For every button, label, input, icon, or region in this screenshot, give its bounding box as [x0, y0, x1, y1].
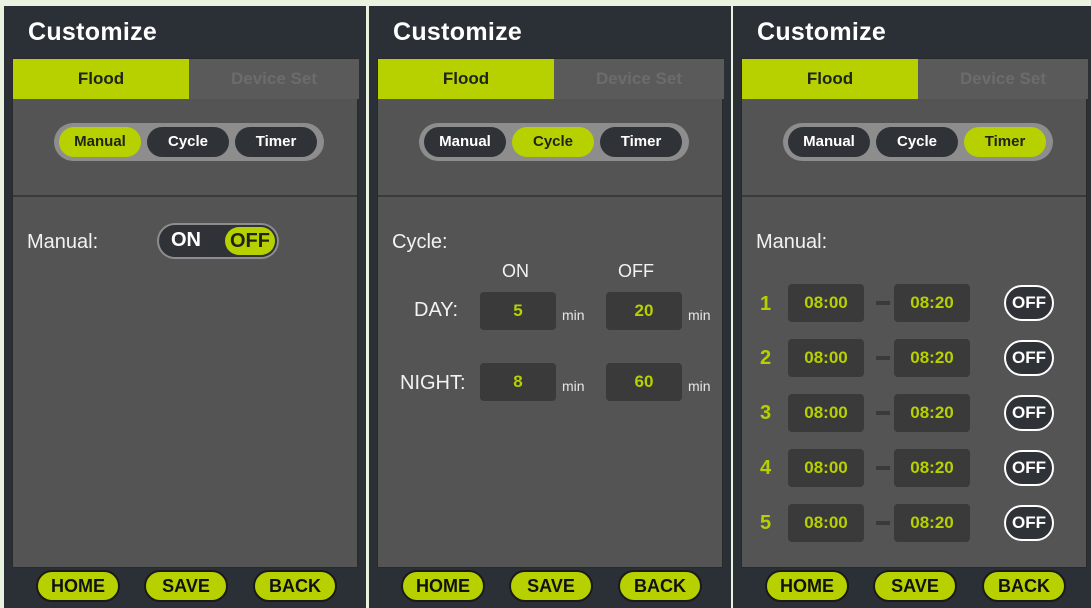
day-off-unit: min [688, 307, 711, 323]
timer-start-input[interactable]: 08:00 [788, 394, 864, 432]
panel-manual: Customize Flood Device Set Manual Cycle … [4, 6, 366, 608]
mode-cycle-button[interactable]: Cycle [147, 127, 229, 157]
on-column-header: ON [502, 261, 529, 281]
manual-label: Manual: [27, 231, 99, 253]
mode-bar: Manual Cycle Timer [378, 99, 722, 197]
mode-manual-button[interactable]: Manual [424, 127, 506, 157]
tab-bar: Flood Device Set [13, 59, 359, 99]
panel-cycle: Customize Flood Device Set Manual Cycle … [369, 6, 731, 608]
timer-start-input[interactable]: 08:00 [788, 284, 864, 322]
mode-cycle-button[interactable]: Cycle [512, 127, 594, 157]
night-on-unit: min [562, 378, 585, 394]
mode-timer-button[interactable]: Timer [600, 127, 682, 157]
tab-bar: Flood Device Set [378, 59, 724, 99]
panel-timer: Customize Flood Device Set Manual Cycle … [733, 6, 1091, 608]
mode-selector: Manual Cycle Timer [419, 123, 689, 161]
tab-flood[interactable]: Flood [378, 59, 554, 99]
timer-end-input[interactable]: 08:20 [894, 394, 970, 432]
range-dash [876, 521, 890, 525]
tab-device-set[interactable]: Device Set [554, 59, 724, 99]
toggle-on-label[interactable]: ON [171, 229, 201, 252]
timer-off-button[interactable]: OFF [1004, 395, 1054, 431]
tab-device-set[interactable]: Device Set [189, 59, 359, 99]
night-off-unit: min [688, 378, 711, 394]
timer-row-number: 1 [760, 293, 772, 315]
timer-label: Manual: [756, 231, 828, 253]
timer-start-input[interactable]: 08:00 [788, 504, 864, 542]
mode-selector: Manual Cycle Timer [783, 123, 1053, 161]
mode-timer-button[interactable]: Timer [964, 127, 1046, 157]
night-on-input[interactable]: 8 [480, 363, 556, 401]
cycle-label: Cycle: [392, 231, 448, 253]
timer-end-input[interactable]: 08:20 [894, 339, 970, 377]
timer-row-number: 4 [760, 457, 772, 479]
tab-bar: Flood Device Set [742, 59, 1088, 99]
range-dash [876, 301, 890, 305]
timer-start-input[interactable]: 08:00 [788, 339, 864, 377]
page-title: Customize [393, 18, 523, 46]
mode-selector: Manual Cycle Timer [54, 123, 324, 161]
home-button[interactable]: HOME [765, 570, 849, 602]
mode-manual-button[interactable]: Manual [59, 127, 141, 157]
range-dash [876, 466, 890, 470]
range-dash [876, 411, 890, 415]
toggle-off-label[interactable]: OFF [225, 227, 275, 255]
back-button[interactable]: BACK [982, 570, 1066, 602]
timer-end-input[interactable]: 08:20 [894, 504, 970, 542]
day-off-input[interactable]: 20 [606, 292, 682, 330]
timer-row-number: 3 [760, 402, 772, 424]
timer-off-button[interactable]: OFF [1004, 450, 1054, 486]
tab-flood[interactable]: Flood [13, 59, 189, 99]
home-button[interactable]: HOME [401, 570, 485, 602]
day-label: DAY: [414, 299, 459, 321]
mode-manual-button[interactable]: Manual [788, 127, 870, 157]
timer-row-number: 5 [760, 512, 772, 534]
timer-off-button[interactable]: OFF [1004, 505, 1054, 541]
day-on-unit: min [562, 307, 585, 323]
timer-start-input[interactable]: 08:00 [788, 449, 864, 487]
timer-off-button[interactable]: OFF [1004, 340, 1054, 376]
manual-toggle[interactable]: ON OFF [157, 223, 279, 259]
range-dash [876, 356, 890, 360]
night-off-input[interactable]: 60 [606, 363, 682, 401]
timer-off-button[interactable]: OFF [1004, 285, 1054, 321]
day-on-input[interactable]: 5 [480, 292, 556, 330]
mode-bar: Manual Cycle Timer [13, 99, 357, 197]
content-area: Flood Device Set Manual Cycle Timer Manu… [741, 58, 1088, 568]
timer-row-number: 2 [760, 347, 772, 369]
timer-end-input[interactable]: 08:20 [894, 284, 970, 322]
timer-end-input[interactable]: 08:20 [894, 449, 970, 487]
tab-device-set[interactable]: Device Set [918, 59, 1088, 99]
home-button[interactable]: HOME [36, 570, 120, 602]
back-button[interactable]: BACK [618, 570, 702, 602]
mode-timer-button[interactable]: Timer [235, 127, 317, 157]
mode-bar: Manual Cycle Timer [742, 99, 1086, 197]
back-button[interactable]: BACK [253, 570, 337, 602]
save-button[interactable]: SAVE [144, 570, 228, 602]
mode-cycle-button[interactable]: Cycle [876, 127, 958, 157]
page-title: Customize [28, 18, 158, 46]
content-area: Flood Device Set Manual Cycle Timer Cycl… [377, 58, 724, 568]
off-column-header: OFF [618, 261, 654, 281]
save-button[interactable]: SAVE [873, 570, 957, 602]
tab-flood[interactable]: Flood [742, 59, 918, 99]
page-title: Customize [757, 18, 887, 46]
save-button[interactable]: SAVE [509, 570, 593, 602]
night-label: NIGHT: [400, 372, 466, 394]
content-area: Flood Device Set Manual Cycle Timer Manu… [12, 58, 359, 568]
